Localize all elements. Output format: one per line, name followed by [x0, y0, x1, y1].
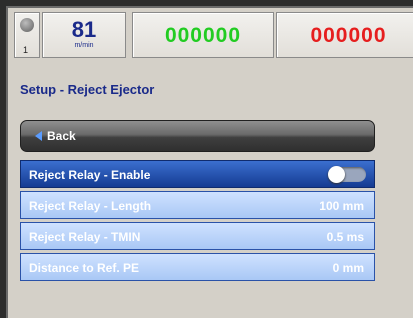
enable-toggle[interactable]: [328, 166, 366, 183]
setting-reject-relay-length[interactable]: Reject Relay - Length 100 mm: [20, 191, 375, 219]
setting-reject-relay-tmin[interactable]: Reject Relay - TMIN 0.5 ms: [20, 222, 375, 250]
device-screen: 1 81 m/min 000000 000000 Setup - Reject …: [6, 6, 413, 318]
speed-unit: m/min: [74, 42, 94, 49]
setting-value: 100 mm: [319, 199, 364, 213]
station-number: 1: [23, 45, 29, 55]
setting-label: Reject Relay - Enable: [29, 168, 151, 182]
setting-label: Distance to Ref. PE: [29, 261, 140, 275]
back-arrow-icon: [35, 131, 42, 141]
back-button[interactable]: Back: [20, 120, 375, 152]
station-indicator[interactable]: 1: [14, 12, 40, 58]
setting-distance-ref-pe[interactable]: Distance to Ref. PE 0 mm: [20, 253, 375, 281]
settings-list: Reject Relay - Enable Reject Relay - Len…: [20, 160, 375, 284]
reject-counter[interactable]: 000000: [276, 12, 413, 58]
toggle-knob: [328, 166, 345, 183]
good-counter[interactable]: 000000: [132, 12, 274, 58]
page-title: Setup - Reject Ejector: [20, 82, 155, 97]
setting-reject-relay-enable[interactable]: Reject Relay - Enable: [20, 160, 375, 188]
speed-value: 81: [71, 17, 97, 42]
back-button-label: Back: [47, 129, 76, 143]
good-count-value: 000000: [164, 24, 242, 47]
status-header: 1 81 m/min 000000 000000: [8, 8, 413, 62]
reject-count-value: 000000: [310, 24, 387, 47]
setting-label: Reject Relay - TMIN: [29, 230, 141, 244]
speed-display: 81 m/min: [42, 12, 126, 58]
setting-value: 0.5 ms: [326, 230, 364, 244]
setting-label: Reject Relay - Length: [29, 199, 152, 213]
setting-value: 0 mm: [332, 261, 364, 275]
station-indicator-icon: [20, 18, 34, 32]
